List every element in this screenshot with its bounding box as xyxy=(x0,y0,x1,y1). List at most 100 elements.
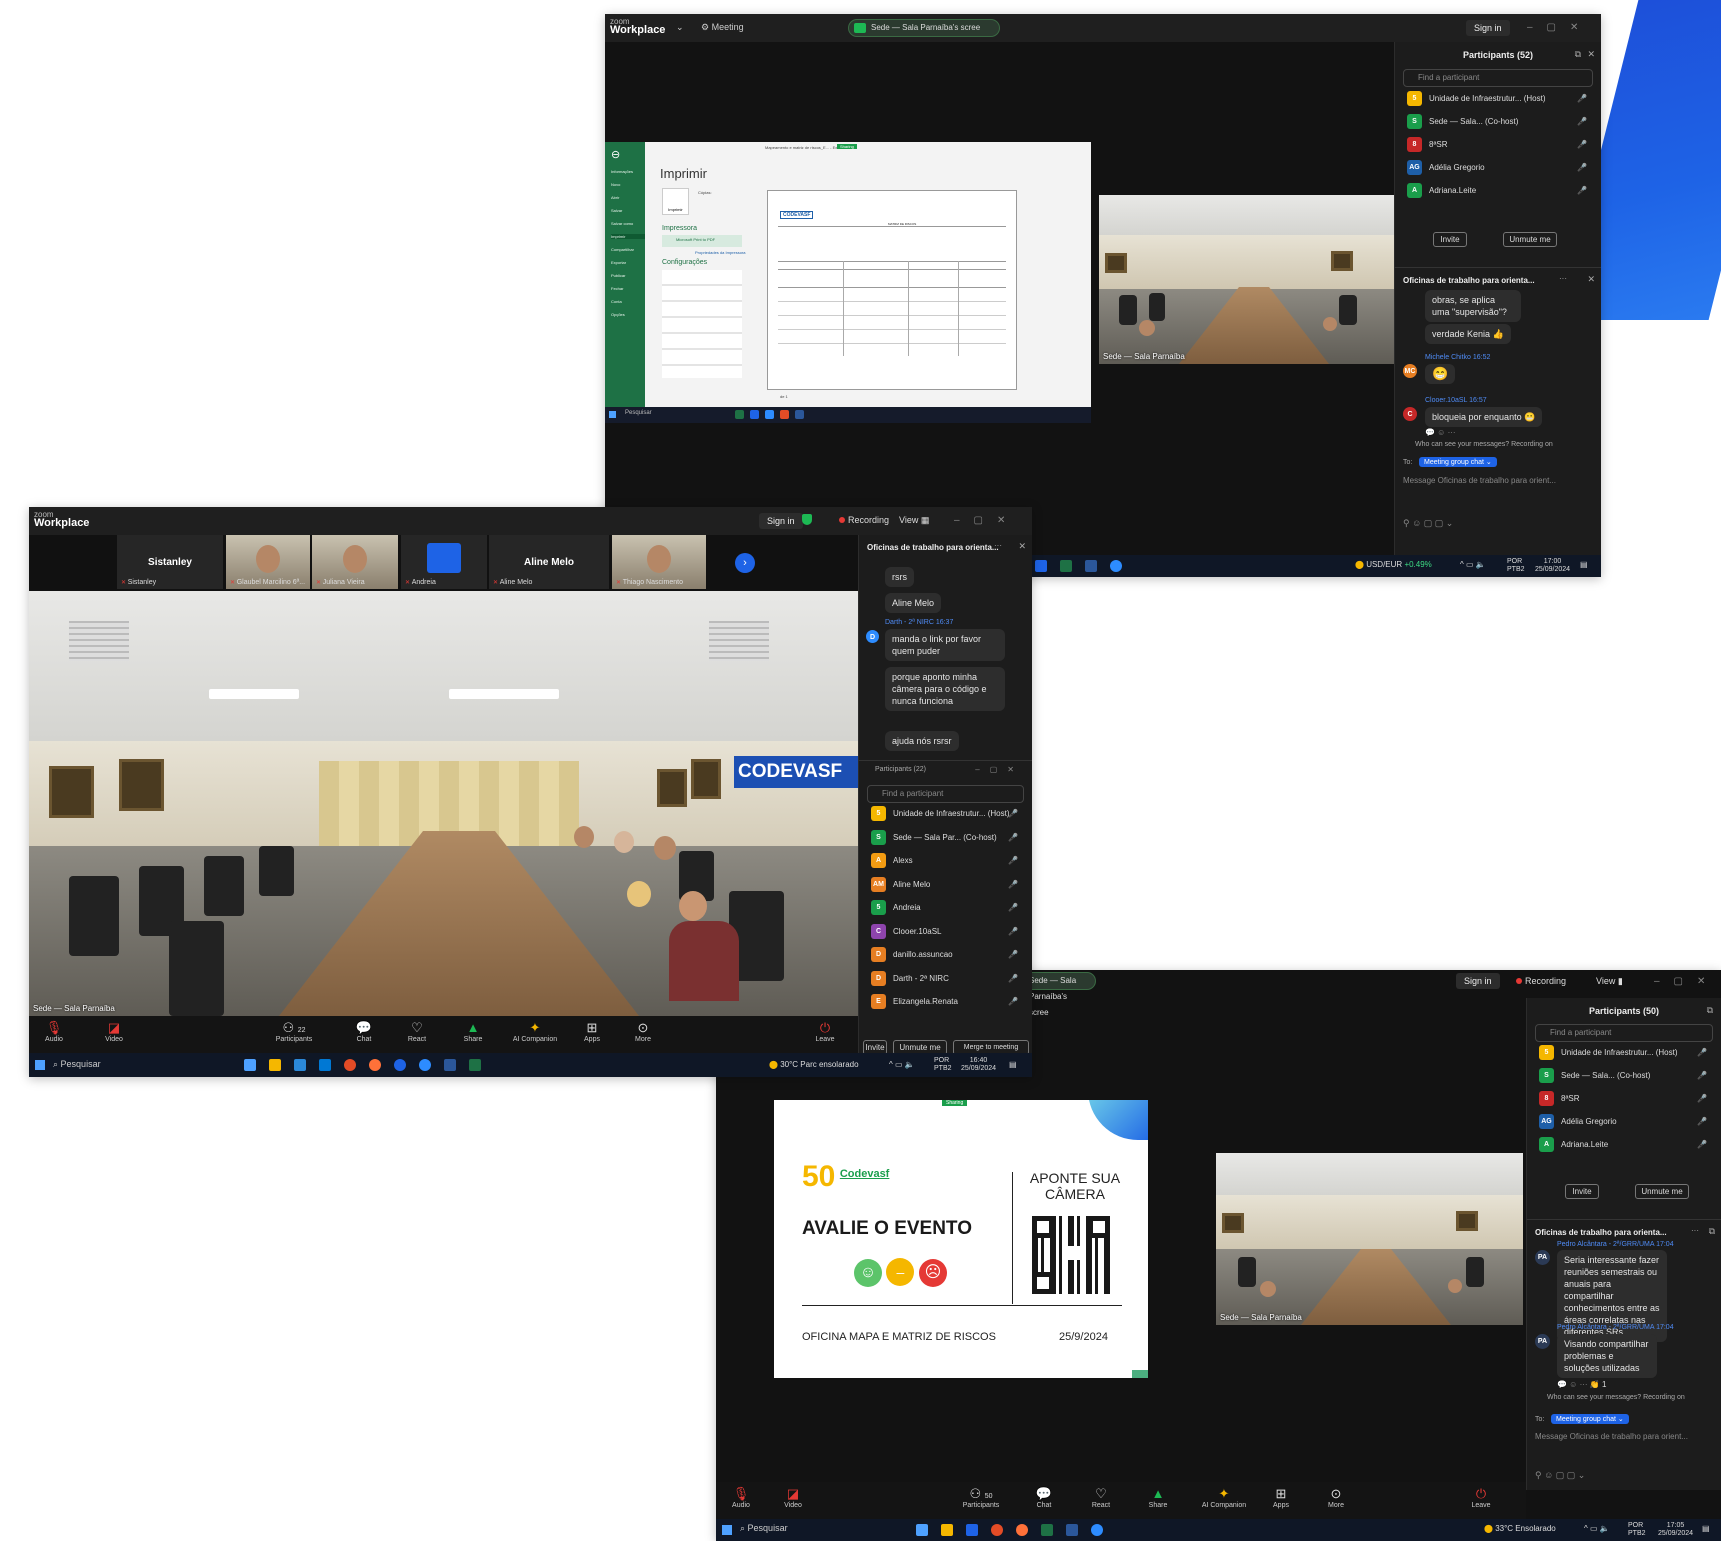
chat-input[interactable]: Message Oficinas de trabalho para orient… xyxy=(1535,1432,1688,1441)
leave-button[interactable]: ⏻ Leave xyxy=(1456,1486,1506,1509)
mic-muted-icon[interactable]: 🎤 xyxy=(1008,853,1018,869)
sign-in-button[interactable]: Sign in xyxy=(1466,20,1510,36)
edge-icon[interactable] xyxy=(966,1524,978,1536)
notification-icon[interactable]: ▤ xyxy=(1009,1060,1017,1069)
language-indicator[interactable]: POR PTB2 xyxy=(1507,558,1525,574)
notification-icon[interactable]: ▤ xyxy=(1580,560,1588,569)
participant-row[interactable]: 8 8ªSR 🎤 xyxy=(1539,1090,1711,1108)
chat-button[interactable]: 💬 Chat xyxy=(339,1020,389,1043)
video-button[interactable]: ◪ Video xyxy=(768,1486,818,1509)
mail-icon[interactable] xyxy=(319,1059,331,1071)
find-participant-input[interactable]: Find a participant xyxy=(867,785,1024,803)
find-participant-input[interactable]: Find a participant xyxy=(1403,69,1593,87)
unmute-me-button[interactable]: Unmute me xyxy=(1635,1184,1689,1199)
chat-privacy-note[interactable]: Who can see your messages? Recording on xyxy=(1547,1394,1685,1401)
chat-more-icon[interactable]: ··· xyxy=(1559,274,1567,283)
language-indicator[interactable]: POR PTB2 xyxy=(1628,1522,1646,1538)
word-icon[interactable] xyxy=(444,1059,456,1071)
close-icon[interactable]: ✕ xyxy=(1018,541,1026,552)
page-navigation[interactable]: de 1 xyxy=(780,394,788,399)
chevron-down-icon[interactable]: ⌄ xyxy=(676,22,684,33)
video-button[interactable]: ◪ Video xyxy=(89,1020,139,1043)
meeting-menu[interactable]: ⚙ Meeting xyxy=(701,22,744,33)
file-explorer-icon[interactable] xyxy=(941,1524,953,1536)
reaction-icons[interactable]: 💬 ☺ ··· 👏 1 xyxy=(1557,1380,1606,1389)
video-tile[interactable]: Glaubel Marcilino 6ª... xyxy=(226,535,310,589)
participant-row[interactable]: 8 8ªSR 🎤 xyxy=(1407,136,1591,154)
mic-muted-icon[interactable]: 🎤 xyxy=(1008,924,1018,940)
participant-row[interactable]: A Adriana.Leite 🎤 xyxy=(1539,1136,1711,1154)
react-button[interactable]: ♡ React xyxy=(392,1020,442,1043)
mic-muted-icon[interactable]: 🎤 xyxy=(1577,160,1587,176)
word-icon[interactable] xyxy=(1085,560,1097,572)
popout-icon[interactable]: ⧉ xyxy=(1575,49,1581,60)
file-explorer-icon[interactable] xyxy=(269,1059,281,1071)
sign-in-button[interactable]: Sign in xyxy=(1456,973,1500,989)
share-button[interactable]: ▲ Share xyxy=(1133,1486,1183,1509)
popout-icon[interactable]: ⧉ xyxy=(1709,1226,1715,1237)
mic-muted-icon[interactable]: 🎤 xyxy=(1697,1091,1707,1107)
audio-button[interactable]: 🎙 Audio xyxy=(716,1486,766,1509)
weather-widget[interactable]: ⬤ 33°C Ensolarado xyxy=(1484,1524,1556,1533)
word-icon[interactable] xyxy=(795,410,804,419)
chat-tools[interactable]: ⚲ ☺ ▢ ▢ ⌄ xyxy=(1403,518,1453,529)
participant-row[interactable]: AG Adélia Gregorio 🎤 xyxy=(1407,159,1591,177)
mic-muted-icon[interactable]: 🎤 xyxy=(1008,877,1018,893)
recipient-select[interactable]: Meeting group chat ⌄ xyxy=(1551,1414,1629,1424)
clock[interactable]: 17:05 25/09/2024 xyxy=(1658,1522,1693,1538)
printer-select[interactable]: Microsoft Print to PDF xyxy=(662,235,742,247)
participants-button[interactable]: ⚇ 22 Participants xyxy=(269,1020,319,1043)
print-button[interactable]: Imprimir xyxy=(662,188,689,215)
task-view-icon[interactable] xyxy=(244,1059,256,1071)
chat-more-icon[interactable]: ··· xyxy=(994,541,1002,550)
excel-icon[interactable] xyxy=(735,410,744,419)
notification-icon[interactable]: ▤ xyxy=(1702,1524,1710,1533)
video-tile[interactable]: Sistanley Sistanley xyxy=(117,535,223,589)
more-button[interactable]: ⊙ More xyxy=(1311,1486,1361,1509)
sign-in-button[interactable]: Sign in xyxy=(759,513,803,529)
close-icon[interactable]: ✕ xyxy=(1587,49,1595,60)
chrome-icon[interactable] xyxy=(780,410,789,419)
participant-row[interactable]: 5 Unidade de Infraestrutur... (Host) 🎤 xyxy=(1407,90,1591,108)
windows-start-icon[interactable] xyxy=(35,1060,45,1070)
mic-muted-icon[interactable]: 🎤 xyxy=(1577,183,1587,199)
taskbar-search[interactable]: ⌕ Pesquisar xyxy=(53,1059,163,1073)
system-tray-icons[interactable]: ^ ▭ 🔈 xyxy=(889,1060,915,1069)
chrome-icon[interactable] xyxy=(991,1524,1003,1536)
mic-muted-icon[interactable]: 🎤 xyxy=(1697,1114,1707,1130)
participant-row[interactable]: S Sede — Sala... (Co-host) 🎤 xyxy=(1539,1067,1711,1085)
system-tray-icons[interactable]: ^ ▭ 🔈 xyxy=(1584,1524,1610,1533)
edge-icon[interactable] xyxy=(750,410,759,419)
mic-muted-icon[interactable]: 🎤 xyxy=(1577,137,1587,153)
invite-button[interactable]: Invite xyxy=(1565,1184,1599,1199)
recording-indicator[interactable]: Recording xyxy=(839,515,889,525)
close-icon[interactable]: ✕ xyxy=(1587,274,1595,285)
mic-muted-icon[interactable]: 🎤 xyxy=(1008,900,1018,916)
mic-muted-icon[interactable]: 🎤 xyxy=(1008,830,1018,846)
invite-button[interactable]: Invite xyxy=(1433,232,1467,247)
screen-share-pill[interactable]: Sede — Sala Parnaíba's scree xyxy=(848,19,1000,37)
chat-more-icon[interactable]: ··· xyxy=(1691,1226,1699,1235)
participant-row[interactable]: C Clooer.10aSL 🎤 xyxy=(871,923,1022,941)
participant-row[interactable]: AM Aline Melo 🎤 xyxy=(871,876,1022,894)
edge-icon[interactable] xyxy=(1035,560,1047,572)
participants-button[interactable]: ⚇ 50 Participants xyxy=(956,1486,1006,1509)
window-controls[interactable]: –▢✕ xyxy=(1654,976,1719,987)
mic-muted-icon[interactable]: 🎤 xyxy=(1008,947,1018,963)
participant-row[interactable]: 5 Unidade de Infraestrutur... (Host) 🎤 xyxy=(871,805,1022,823)
zoom-app-icon[interactable] xyxy=(419,1059,431,1071)
participant-row[interactable]: A Adriana.Leite 🎤 xyxy=(1407,182,1591,200)
more-button[interactable]: ⊙ More xyxy=(618,1020,668,1043)
happy-face-icon[interactable]: ☺ xyxy=(854,1259,882,1287)
participant-row[interactable]: Ddanillo.assuncao 🎤 xyxy=(871,946,1022,964)
weather-widget[interactable]: ⬤ 30°C Parc ensolarado xyxy=(769,1060,859,1069)
participant-row[interactable]: A Alexs 🎤 xyxy=(871,852,1022,870)
windows-start-icon[interactable] xyxy=(609,411,616,418)
window-controls[interactable]: –▢✕ xyxy=(1527,22,1592,33)
participant-row[interactable]: S Sede — Sala Par... (Co-host) 🎤 xyxy=(871,829,1022,847)
share-button[interactable]: ▲ Share xyxy=(448,1020,498,1043)
word-icon[interactable] xyxy=(1066,1524,1078,1536)
video-tile[interactable]: Andreia xyxy=(401,535,487,589)
excel-icon[interactable] xyxy=(469,1059,481,1071)
mic-muted-icon[interactable]: 🎤 xyxy=(1008,994,1018,1010)
